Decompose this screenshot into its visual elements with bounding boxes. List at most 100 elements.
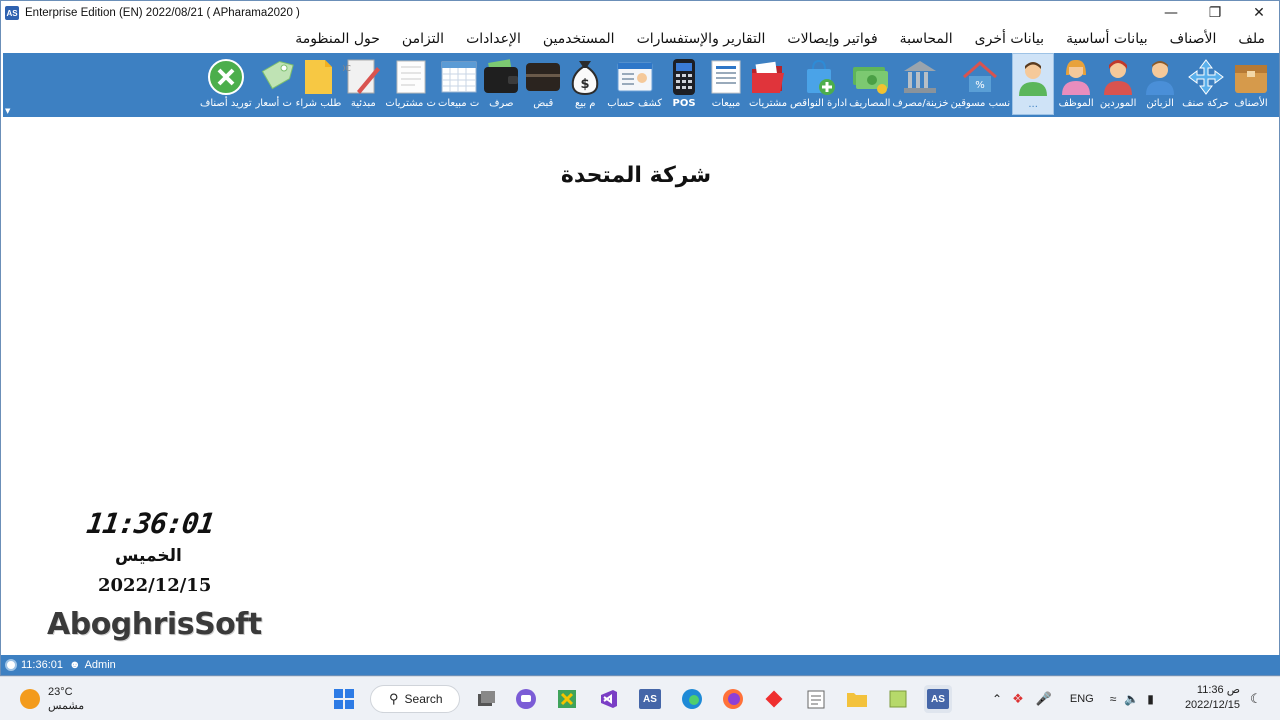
close-icon: ✕ bbox=[1253, 5, 1265, 21]
menu-reports[interactable]: التقارير والإستفسارات bbox=[637, 31, 766, 47]
app-as-button[interactable]: AS bbox=[636, 685, 664, 713]
folder-icon bbox=[748, 57, 788, 97]
menu-items[interactable]: الأصناف bbox=[1170, 31, 1217, 47]
weather-widget[interactable]: 23°C مشمس bbox=[20, 685, 84, 713]
toolbar-label: المصاريف bbox=[849, 98, 891, 109]
snipping-tool-button[interactable] bbox=[553, 685, 581, 713]
toolbar-statement-button[interactable]: كشف حساب bbox=[607, 53, 662, 115]
visual-studio-button[interactable] bbox=[594, 685, 622, 713]
toolbar-label: POS bbox=[672, 98, 696, 109]
yellow-doc-icon bbox=[298, 57, 338, 97]
chevron-up-icon[interactable]: ⌃ bbox=[992, 692, 1002, 706]
minimize-button[interactable]: — bbox=[1149, 1, 1193, 25]
calendar-grid-icon bbox=[439, 57, 479, 97]
toolbar-item-movement-button[interactable]: حركة صنف bbox=[1182, 53, 1229, 115]
as-app-icon: AS bbox=[639, 689, 661, 709]
menu-users[interactable]: المستخدمين bbox=[543, 31, 615, 47]
toolbar-suppliers-button[interactable]: الموردين bbox=[1098, 53, 1138, 115]
toolbar-employee-button[interactable]: الموظف bbox=[1056, 53, 1096, 115]
menu-file[interactable]: ملف bbox=[1238, 31, 1265, 47]
user-icon: ☻ bbox=[69, 659, 81, 671]
user-green-icon bbox=[1013, 58, 1053, 98]
svg-text:%: % bbox=[976, 80, 986, 91]
status-user: Admin bbox=[84, 659, 116, 671]
active-app-as-button[interactable]: AS bbox=[924, 685, 952, 713]
toolbar-label: الزبائن bbox=[1146, 98, 1174, 109]
teams-chat-button[interactable] bbox=[512, 685, 540, 713]
start-button[interactable] bbox=[330, 685, 358, 713]
toolbar-receipt-button[interactable]: قبض bbox=[523, 53, 563, 115]
menu-about[interactable]: حول المنظومة bbox=[295, 31, 380, 47]
status-time: 11:36:01 bbox=[21, 659, 64, 671]
toolbar-marketers-button[interactable]: % نسب مسوقين bbox=[951, 53, 1010, 115]
firefox-button[interactable] bbox=[719, 685, 747, 713]
box-icon bbox=[1231, 57, 1271, 97]
toolbar-label: قبض bbox=[533, 98, 554, 109]
toolbar-price-quote-button[interactable]: ت أسعار bbox=[254, 53, 294, 115]
menu-sync[interactable]: التزامن bbox=[402, 31, 444, 47]
menu-basic-data[interactable]: بيانات أساسية bbox=[1066, 31, 1148, 47]
restore-icon: ❐ bbox=[1208, 5, 1222, 21]
battery-icon[interactable]: ▮ bbox=[1147, 692, 1154, 706]
app-window: AS Enterprise Edition (EN) 2022/08/21 ( … bbox=[0, 0, 1280, 676]
bank-icon bbox=[900, 57, 940, 97]
edge-button[interactable] bbox=[678, 685, 706, 713]
toolbar-label: كشف حساب bbox=[607, 98, 663, 109]
restore-button[interactable]: ❐ bbox=[1193, 1, 1237, 25]
toolbar-label: مبدئية bbox=[350, 98, 376, 109]
toolbar-purchase-request-button[interactable]: طلب شراء bbox=[296, 53, 341, 115]
close-button[interactable]: ✕ bbox=[1237, 1, 1280, 25]
menu-invoices[interactable]: فواتير وإيصالات bbox=[787, 31, 877, 47]
taskbar: 23°C مشمس ⚲ Search AS AS ⌃ ❖ 🎤 ENG ≈ 🔈 ▮… bbox=[0, 676, 1280, 720]
microphone-icon[interactable]: 🎤 bbox=[1036, 691, 1052, 707]
toolbar-selected-user-button[interactable]: ... bbox=[1012, 53, 1055, 115]
toolbar-label: الأصناف bbox=[1234, 98, 1268, 109]
doc-pen-icon: DOC bbox=[343, 57, 383, 97]
toolbar-payment-button[interactable]: صرف bbox=[481, 53, 521, 115]
wallet-dark-icon bbox=[523, 57, 563, 97]
notepad-icon bbox=[391, 57, 431, 97]
toolbar-sales-return-button[interactable]: $ م بيع bbox=[565, 53, 605, 115]
language-indicator[interactable]: ENG bbox=[1070, 693, 1094, 705]
toolbar-shortages-button[interactable]: ادارة النواقص bbox=[790, 53, 847, 115]
wifi-icon[interactable]: ≈ bbox=[1110, 692, 1117, 706]
taskbar-search[interactable]: ⚲ Search bbox=[370, 685, 460, 713]
dropbox-icon[interactable]: ❖ bbox=[1012, 691, 1024, 707]
anydesk-icon bbox=[765, 690, 783, 708]
edge-icon bbox=[682, 689, 702, 709]
toolbar-collapse-handle[interactable]: ▼ bbox=[3, 53, 15, 117]
toolbar-sales-button[interactable]: مبيعات bbox=[706, 53, 746, 115]
notepad-app-icon bbox=[807, 690, 825, 709]
toolbar-sales-report-button[interactable]: ت مبيعات bbox=[438, 53, 479, 115]
firefox-icon bbox=[723, 689, 743, 709]
task-view-button[interactable] bbox=[472, 685, 500, 713]
toolbar-items-supply-button[interactable]: توريد أصناف bbox=[200, 53, 252, 115]
customer-icon bbox=[1140, 57, 1180, 97]
menu-accounting[interactable]: المحاسبة bbox=[900, 31, 953, 47]
pos-terminal-icon bbox=[664, 57, 704, 97]
toolbar-draft-button[interactable]: DOC مبدئية bbox=[343, 53, 383, 115]
toolbar-items-button[interactable]: الأصناف bbox=[1231, 53, 1271, 115]
toolbar-pos-button[interactable]: POS bbox=[664, 53, 704, 115]
toolbar-purchases-button[interactable]: مشتريات bbox=[748, 53, 788, 115]
toolbar-label: الموظف bbox=[1058, 98, 1094, 109]
notes-app-icon bbox=[889, 690, 907, 708]
toolbar-purchases-report-button[interactable]: ت مشتريات bbox=[385, 53, 436, 115]
anydesk-button[interactable] bbox=[760, 685, 788, 713]
file-explorer-button[interactable] bbox=[843, 685, 871, 713]
shopping-bag-plus-icon bbox=[799, 57, 839, 97]
volume-icon[interactable]: 🔈 bbox=[1124, 692, 1139, 706]
taskbar-clock[interactable]: 11:36 ص 2022/12/15 bbox=[1180, 683, 1240, 713]
brand-logo: AboghrisSoft bbox=[47, 607, 262, 642]
folder-app-icon bbox=[847, 693, 867, 707]
toolbar-customers-button[interactable]: الزبائن bbox=[1140, 53, 1180, 115]
notepad-button[interactable] bbox=[802, 685, 830, 713]
visual-studio-icon bbox=[601, 690, 617, 708]
menu-other-data[interactable]: بيانات أخرى bbox=[975, 31, 1044, 47]
toolbar-expenses-button[interactable]: المصاريف bbox=[849, 53, 890, 115]
notification-area[interactable]: ☾ bbox=[1250, 677, 1262, 721]
digital-clock: 11:36:01 bbox=[84, 507, 217, 540]
toolbar-treasury-button[interactable]: خزينة/مصرف bbox=[892, 53, 949, 115]
notes-app-button[interactable] bbox=[884, 685, 912, 713]
menu-settings[interactable]: الإعدادات bbox=[466, 31, 521, 47]
